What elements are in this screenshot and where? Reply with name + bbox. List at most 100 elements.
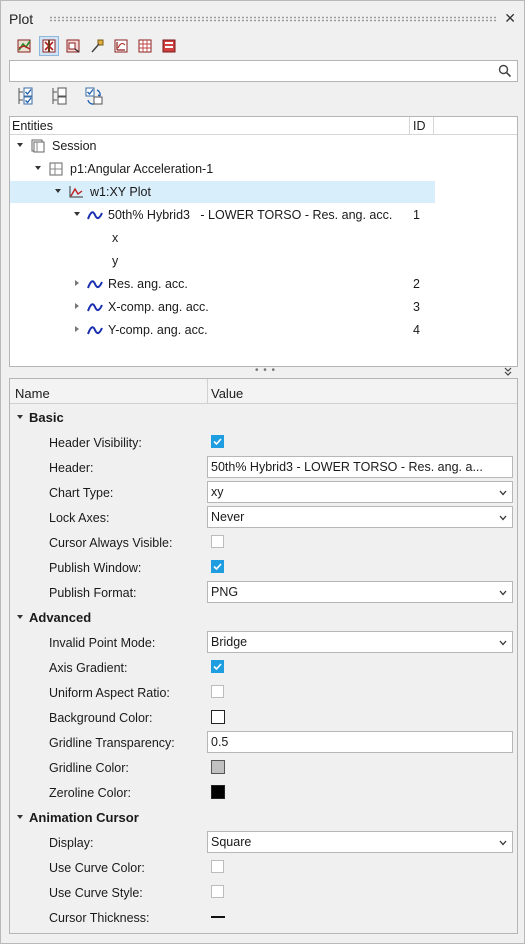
section-advanced[interactable]: Advanced: [10, 604, 517, 629]
pin-marker-icon[interactable]: [87, 36, 107, 56]
section-title: Animation Cursor: [29, 810, 139, 825]
dropdown-value: Square: [211, 835, 252, 849]
tree-row-curve-3[interactable]: X-comp. ang. acc. 3: [10, 296, 517, 318]
prop-label: Invalid Point Mode:: [49, 636, 156, 650]
tree-row-id: 4: [413, 323, 420, 337]
double-chevron-down-icon[interactable]: [503, 367, 513, 377]
curve-icon: [87, 280, 103, 289]
tree-header: Entities ID: [10, 117, 517, 135]
splitter-handle[interactable]: • • •: [255, 365, 276, 376]
expand-arrow-icon[interactable]: [16, 141, 24, 149]
tree-row-label: x: [112, 231, 119, 245]
prop-label: Zeroline Color:: [49, 786, 131, 800]
tree-row-id: 2: [413, 277, 420, 291]
publish-format-dropdown[interactable]: PNG: [207, 581, 513, 603]
header-input[interactable]: 50th% Hybrid3 - LOWER TORSO - Res. ang. …: [207, 456, 513, 478]
dropdown-value: xy: [211, 485, 224, 499]
prop-display: Display: Square: [10, 829, 517, 854]
prop-header-visibility: Header Visibility:: [10, 429, 517, 454]
section-basic[interactable]: Basic: [10, 404, 517, 429]
expand-arrow-icon[interactable]: [16, 613, 24, 621]
column-header-entities[interactable]: Entities: [12, 119, 53, 133]
section-animation-cursor[interactable]: Animation Cursor: [10, 804, 517, 829]
zeroline-color-swatch[interactable]: [211, 785, 225, 799]
gridline-transparency-input[interactable]: 0.5: [207, 731, 513, 753]
prop-background-color: Background Color:: [10, 704, 517, 729]
tree-row-curve-4[interactable]: Y-comp. ang. acc. 4: [10, 319, 517, 341]
entity-tree: Entities ID Session p1:Angular Accelerat…: [9, 116, 518, 367]
background-color-swatch[interactable]: [211, 710, 225, 724]
prop-zeroline-color: Zeroline Color:: [10, 779, 517, 804]
column-header-name[interactable]: Name: [15, 386, 50, 401]
prop-use-curve-style: Use Curve Style:: [10, 879, 517, 904]
prop-chart-type: Chart Type: xy: [10, 479, 517, 504]
tree-row-x[interactable]: x: [10, 227, 517, 249]
use-curve-style-checkbox[interactable]: [211, 885, 224, 898]
prop-label: Header:: [49, 461, 94, 475]
prop-label: Publish Format:: [49, 586, 137, 600]
panel-title: Plot: [9, 11, 34, 27]
tree-row-label: p1:Angular Acceleration-1: [70, 162, 214, 176]
axis-gradient-checkbox[interactable]: [211, 660, 224, 673]
collapsed-arrow-icon[interactable]: [73, 325, 81, 333]
tree-row-y[interactable]: y: [10, 250, 517, 272]
section-title: Basic: [29, 410, 64, 425]
search-icon[interactable]: [498, 64, 512, 78]
tree-row-curve-2[interactable]: Res. ang. acc. 2: [10, 273, 517, 295]
curve-icon: [87, 303, 103, 312]
dropdown-value: PNG: [211, 585, 239, 599]
table-grid-icon[interactable]: [135, 36, 155, 56]
prop-label: Chart Type:: [49, 486, 114, 500]
section-title: Advanced: [29, 610, 92, 625]
chevron-down-icon: [499, 515, 507, 521]
close-icon[interactable]: ✕: [504, 11, 516, 25]
collapsed-arrow-icon[interactable]: [73, 302, 81, 310]
property-header: Name Value: [10, 379, 517, 404]
collapse-tree-icon[interactable]: [49, 85, 71, 107]
plot-curves-icon[interactable]: [15, 36, 35, 56]
tree-row-page[interactable]: p1:Angular Acceleration-1: [10, 158, 517, 180]
expand-arrow-icon[interactable]: [16, 413, 24, 421]
display-dropdown[interactable]: Square: [207, 831, 513, 853]
dropdown-value: Never: [211, 510, 245, 524]
publish-window-checkbox[interactable]: [211, 560, 224, 573]
chart-axis-icon[interactable]: [111, 36, 131, 56]
tree-row-session[interactable]: Session: [10, 135, 517, 157]
title-bar: Plot ✕: [1, 1, 524, 31]
cursor-thickness-line[interactable]: [211, 916, 225, 918]
prop-label: Header Visibility:: [49, 436, 142, 450]
collapsed-arrow-icon[interactable]: [73, 279, 81, 287]
prop-uniform-aspect-ratio: Uniform Aspect Ratio:: [10, 679, 517, 704]
expand-arrow-icon[interactable]: [34, 164, 42, 172]
tree-row-curve-1[interactable]: 50th% Hybrid3 - LOWER TORSO - Res. ang. …: [10, 204, 517, 226]
page-layout-icon[interactable]: [63, 36, 83, 56]
expand-arrow-icon[interactable]: [54, 187, 62, 195]
prop-use-curve-color: Use Curve Color:: [10, 854, 517, 879]
dropdown-value: Bridge: [211, 635, 248, 649]
expand-arrow-icon[interactable]: [73, 210, 81, 218]
invalid-point-mode-dropdown[interactable]: Bridge: [207, 631, 513, 653]
header-visibility-checkbox[interactable]: [211, 435, 224, 448]
drag-grip[interactable]: [49, 16, 496, 22]
gridline-color-swatch[interactable]: [211, 760, 225, 774]
column-header-id[interactable]: ID: [409, 117, 434, 135]
use-curve-color-checkbox[interactable]: [211, 860, 224, 873]
stack-report-icon[interactable]: [159, 36, 179, 56]
prop-label: Display:: [49, 836, 94, 850]
prop-label: Background Color:: [49, 711, 153, 725]
checked-refresh-icon[interactable]: [83, 85, 105, 107]
prop-invalid-point-mode: Invalid Point Mode: Bridge: [10, 629, 517, 654]
chart-type-dropdown[interactable]: xy: [207, 481, 513, 503]
uniform-aspect-ratio-checkbox[interactable]: [211, 685, 224, 698]
axis-edit-icon[interactable]: [39, 36, 59, 56]
search-input[interactable]: [10, 61, 490, 81]
expand-arrow-icon[interactable]: [16, 813, 24, 821]
column-header-value[interactable]: Value: [207, 379, 243, 404]
tree-row-label: y: [112, 254, 119, 268]
cursor-always-visible-checkbox[interactable]: [211, 535, 224, 548]
tree-row-label: X-comp. ang. acc.: [108, 300, 209, 314]
tree-row-id: 3: [413, 300, 420, 314]
expand-checked-icon[interactable]: [15, 85, 37, 107]
tree-row-xy-plot[interactable]: w1:XY Plot: [10, 181, 435, 203]
lock-axes-dropdown[interactable]: Never: [207, 506, 513, 528]
